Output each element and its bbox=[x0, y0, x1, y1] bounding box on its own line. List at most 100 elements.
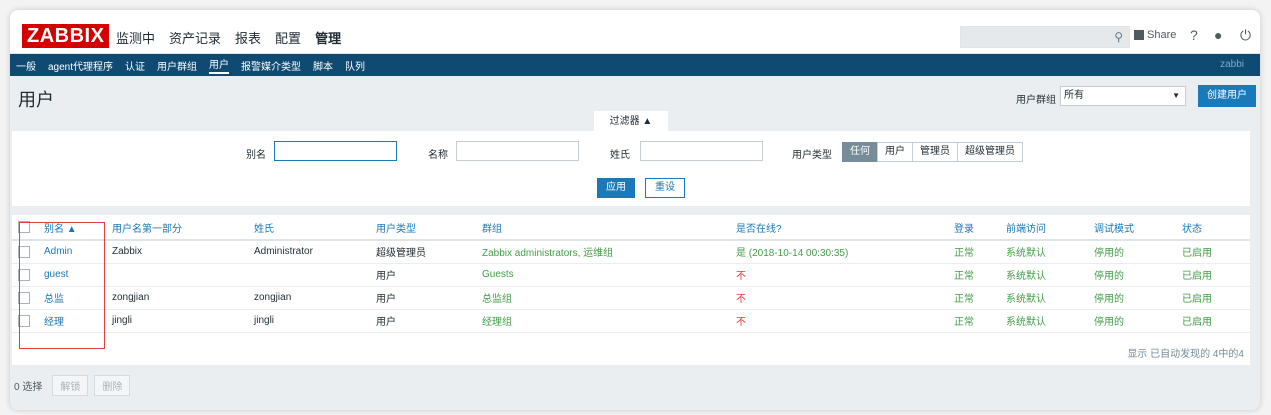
menu-configuration[interactable]: 配置 bbox=[275, 28, 301, 47]
name-label: 名称 bbox=[428, 150, 448, 161]
groups-link[interactable]: Guests bbox=[476, 263, 730, 287]
debug-mode: 停用的 bbox=[1088, 240, 1176, 264]
alias-link[interactable]: 经理 bbox=[38, 309, 106, 333]
type-cell: 超级管理员 bbox=[370, 240, 476, 264]
help-icon[interactable]: ? bbox=[1190, 27, 1198, 43]
alias-label: 别名 bbox=[246, 150, 266, 161]
menu-administration[interactable]: 管理 bbox=[315, 28, 341, 47]
login-status: 正常 bbox=[948, 309, 1000, 333]
name-cell bbox=[106, 263, 248, 287]
share-button[interactable]: Share bbox=[1134, 29, 1176, 41]
groups-link[interactable]: 经理组 bbox=[476, 309, 730, 333]
col-login: 登录 bbox=[948, 215, 1000, 241]
groups-link[interactable]: 总监组 bbox=[476, 286, 730, 310]
row-checkbox[interactable] bbox=[18, 291, 30, 304]
subnav-queue[interactable]: 队列 bbox=[345, 58, 365, 73]
user-group-select[interactable]: 所有 ▼ bbox=[1060, 86, 1186, 106]
frontend-access: 系统默认 bbox=[1000, 240, 1088, 264]
status-link[interactable]: 已启用 bbox=[1176, 309, 1250, 333]
filter-tab[interactable]: 过滤器 ▲ bbox=[594, 111, 668, 133]
unblock-button[interactable]: 解锁 bbox=[52, 374, 89, 396]
apply-button[interactable]: 应用 bbox=[597, 178, 635, 198]
col-alias[interactable]: 别名 ▲ bbox=[38, 215, 106, 241]
users-table: 别名 ▲ 用户名第一部分 姓氏 用户类型 群组 是否在线? 登录 前端访问 调试… bbox=[12, 215, 1250, 333]
alias-input[interactable] bbox=[274, 141, 397, 161]
type-admin[interactable]: 管理员 bbox=[912, 142, 958, 162]
results-summary: 显示 已自动发现的 4中的4 bbox=[1127, 349, 1244, 360]
alias-link[interactable]: Admin bbox=[38, 240, 106, 264]
search-input[interactable]: ⚲ bbox=[960, 26, 1130, 48]
status-link[interactable]: 已启用 bbox=[1176, 263, 1250, 287]
create-user-button[interactable]: 创建用户 bbox=[1198, 85, 1256, 107]
alias-link[interactable]: 总监 bbox=[38, 286, 106, 310]
power-icon[interactable]: ⏻ bbox=[1240, 27, 1251, 44]
status-link[interactable]: 已启用 bbox=[1176, 286, 1250, 310]
page-title: 用户 bbox=[18, 90, 54, 110]
sub-navigation: 一般 agent代理程序 认证 用户群组 用户 报警媒介类型 脚本 队列 zab… bbox=[10, 54, 1260, 76]
table-row: 经理 jingli jingli 用户 经理组 不 正常 系统默认 停用的 已启… bbox=[12, 309, 1250, 333]
table-row: guest 用户 Guests 不 正常 系统默认 停用的 已启用 bbox=[12, 263, 1250, 287]
col-online: 是否在线? bbox=[730, 215, 948, 241]
surname-cell: jingli bbox=[248, 309, 370, 333]
user-group-value: 所有 bbox=[1064, 90, 1084, 101]
user-profile-icon[interactable]: ● bbox=[1214, 27, 1222, 43]
type-cell: 用户 bbox=[370, 263, 476, 287]
row-checkbox[interactable] bbox=[18, 268, 30, 281]
server-name: zabbi bbox=[1220, 59, 1244, 70]
user-type-selector: 任何 用户 管理员 超级管理员 bbox=[842, 142, 1023, 162]
name-input[interactable] bbox=[456, 141, 579, 161]
login-status: 正常 bbox=[948, 240, 1000, 264]
subnav-media-types[interactable]: 报警媒介类型 bbox=[241, 58, 301, 73]
row-checkbox[interactable] bbox=[18, 314, 30, 327]
table-header-row: 别名 ▲ 用户名第一部分 姓氏 用户类型 群组 是否在线? 登录 前端访问 调试… bbox=[12, 215, 1250, 241]
status-link[interactable]: 已启用 bbox=[1176, 240, 1250, 264]
debug-mode: 停用的 bbox=[1088, 309, 1176, 333]
reset-button[interactable]: 重设 bbox=[645, 178, 685, 198]
frontend-access: 系统默认 bbox=[1000, 263, 1088, 287]
delete-button[interactable]: 删除 bbox=[94, 374, 131, 396]
table-row: 总监 zongjian zongjian 用户 总监组 不 正常 系统默认 停用… bbox=[12, 286, 1250, 310]
login-status: 正常 bbox=[948, 286, 1000, 310]
type-super-admin[interactable]: 超级管理员 bbox=[957, 142, 1023, 162]
share-label: Share bbox=[1147, 29, 1177, 41]
col-status: 状态 bbox=[1176, 215, 1250, 241]
name-cell: Zabbix bbox=[106, 240, 248, 264]
subnav-user-groups[interactable]: 用户群组 bbox=[157, 58, 197, 73]
selected-count: 0 选择 bbox=[14, 381, 43, 393]
menu-inventory[interactable]: 资产记录 bbox=[169, 28, 221, 47]
zabbix-logo[interactable]: ZABBIX bbox=[22, 24, 110, 48]
debug-mode: 停用的 bbox=[1088, 263, 1176, 287]
user-group-label: 用户群组 bbox=[1016, 95, 1056, 106]
alias-link[interactable]: guest bbox=[38, 263, 106, 287]
col-surname[interactable]: 姓氏 bbox=[248, 215, 370, 241]
row-checkbox-cell bbox=[12, 263, 38, 287]
select-all-checkbox[interactable] bbox=[18, 221, 30, 233]
surname-cell: Administrator bbox=[248, 240, 370, 264]
col-name[interactable]: 用户名第一部分 bbox=[106, 215, 248, 241]
menu-reports[interactable]: 报表 bbox=[235, 28, 261, 47]
type-cell: 用户 bbox=[370, 286, 476, 310]
search-icon[interactable]: ⚲ bbox=[1114, 30, 1123, 44]
type-any[interactable]: 任何 bbox=[842, 142, 878, 162]
subnav-proxies[interactable]: agent代理程序 bbox=[48, 58, 113, 73]
subnav-general[interactable]: 一般 bbox=[16, 58, 36, 73]
row-checkbox[interactable] bbox=[18, 245, 30, 258]
subnav-authentication[interactable]: 认证 bbox=[125, 58, 145, 73]
title-row: 用户 用户群组 所有 ▼ 创建用户 bbox=[10, 76, 1260, 116]
subnav-users[interactable]: 用户 bbox=[209, 56, 230, 74]
name-cell: zongjian bbox=[106, 286, 248, 310]
col-type[interactable]: 用户类型 bbox=[370, 215, 476, 241]
online-cell: 是 (2018-10-14 00:30:35) bbox=[730, 240, 948, 264]
surname-label: 姓氏 bbox=[610, 150, 630, 161]
online-cell: 不 bbox=[730, 263, 948, 287]
type-user[interactable]: 用户 bbox=[877, 142, 913, 162]
menu-monitoring[interactable]: 监测中 bbox=[116, 28, 155, 47]
name-cell: jingli bbox=[106, 309, 248, 333]
share-icon bbox=[1134, 30, 1144, 40]
top-header: ZABBIX 监测中 资产记录 报表 配置 管理 ⚲ Share ? ● ⏻ bbox=[10, 10, 1260, 54]
surname-input[interactable] bbox=[640, 141, 763, 161]
groups-link[interactable]: Zabbix administrators, 运维组 bbox=[476, 240, 730, 264]
type-cell: 用户 bbox=[370, 309, 476, 333]
subnav-scripts[interactable]: 脚本 bbox=[313, 58, 333, 73]
row-checkbox-cell bbox=[12, 286, 38, 310]
